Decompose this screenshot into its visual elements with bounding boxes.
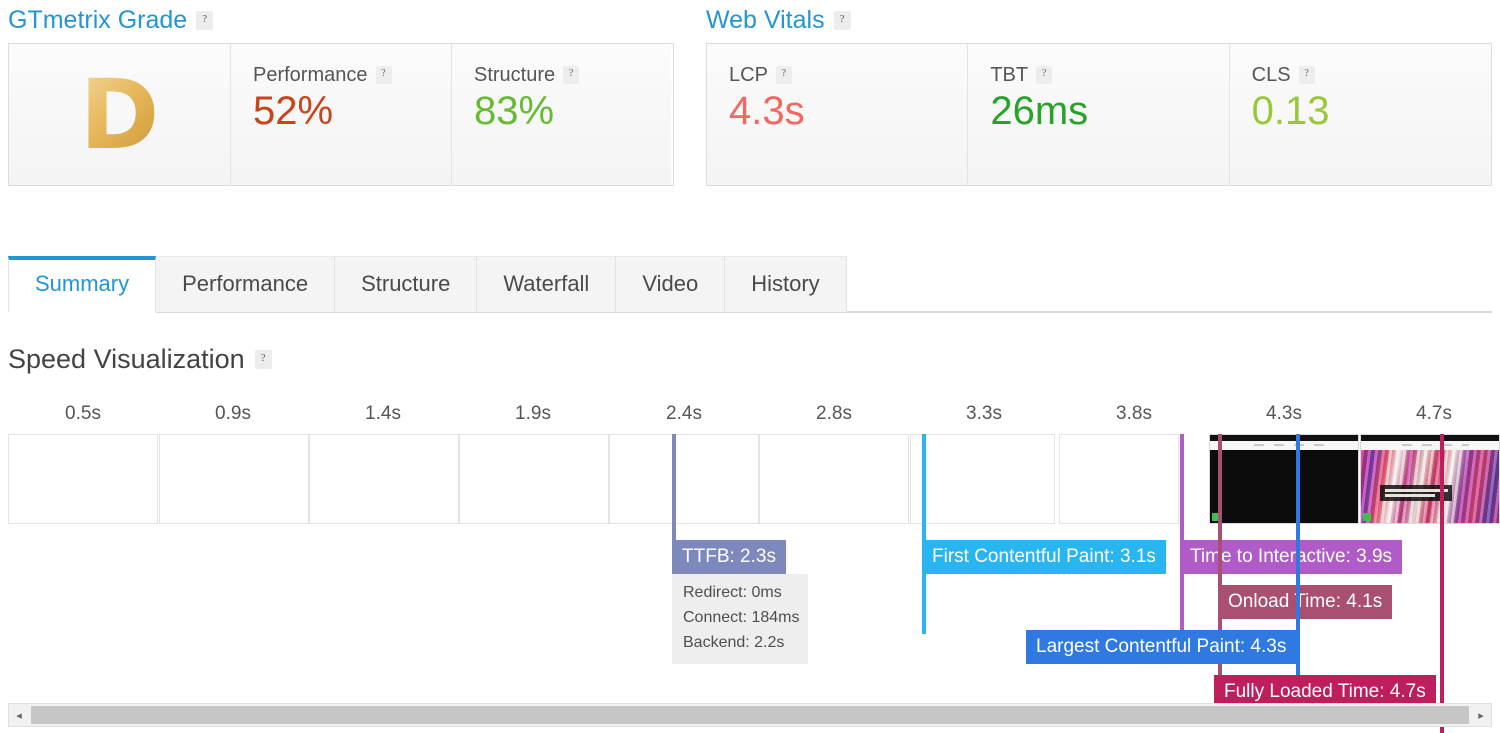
structure-cell: Structure ? 83% xyxy=(452,44,671,185)
ttfb-detail-row: Backend: 2.2s xyxy=(683,633,785,651)
grade-card: D Performance ? 52% Structure ? 83% xyxy=(8,43,674,186)
tab-video[interactable]: Video xyxy=(616,255,726,313)
filmstrip-frame[interactable] xyxy=(8,434,158,524)
timeline-tick: 0.9s xyxy=(215,403,251,424)
event-label[interactable]: Onload Time: 4.1s xyxy=(1218,585,1393,619)
browser-toolbar xyxy=(1210,441,1358,450)
tbt-label: TBT ? xyxy=(990,64,1206,86)
tab-history[interactable]: History xyxy=(725,255,847,313)
page-body-image xyxy=(1361,450,1499,523)
speed-visualization-heading: Speed Visualization ? xyxy=(8,344,272,375)
help-icon[interactable]: ? xyxy=(1298,66,1315,84)
help-icon[interactable]: ? xyxy=(1036,66,1053,84)
gtmetrix-grade-title-text: GTmetrix Grade xyxy=(8,6,188,34)
badge-icon xyxy=(1363,513,1371,521)
timeline-tick: 3.3s xyxy=(966,403,1002,424)
scroll-right-arrow-icon[interactable]: ▸ xyxy=(1471,704,1491,726)
web-vitals-title-text: Web Vitals xyxy=(706,6,825,34)
grade-cell: D xyxy=(9,44,231,185)
structure-label-text: Structure xyxy=(474,64,556,86)
speed-visualization: 0.5s 0.9s 1.4s 1.9s 2.4s 2.8s 3.3s 3.8s 4.3s 4.7s… xyxy=(0,400,1500,733)
scrollbar-thumb[interactable] xyxy=(31,706,1469,724)
tbt-cell: TBT ? 26ms xyxy=(968,44,1230,185)
performance-cell: Performance ? 52% xyxy=(231,44,452,185)
performance-label-text: Performance xyxy=(253,64,368,86)
ttfb-detail-row: Connect: 184ms xyxy=(683,608,800,626)
lcp-cell: LCP ? 4.3s xyxy=(707,44,969,185)
report-tabs: Summary Performance Structure Waterfall Vide… xyxy=(8,251,1492,313)
event-label[interactable]: Largest Contentful Paint: 4.3s xyxy=(1026,630,1297,664)
web-vitals-title: Web Vitals ? xyxy=(706,8,1492,33)
event-marker-line xyxy=(1440,434,1444,733)
timeline-tick: 0.5s xyxy=(65,403,101,424)
help-icon[interactable]: ? xyxy=(254,350,272,370)
filmstrip-frame[interactable] xyxy=(459,434,609,524)
filmstrip-frame[interactable] xyxy=(609,434,759,524)
filmstrip-frame[interactable] xyxy=(309,434,459,524)
filmstrip-frame[interactable] xyxy=(1209,434,1359,524)
web-vitals-card: LCP ? 4.3s TBT ? 26ms CLS ? 0.13 xyxy=(706,43,1492,186)
web-vitals-panel: Web Vitals ? LCP ? 4.3s TBT ? 26ms CLS ?… xyxy=(706,8,1492,186)
tbt-value: 26ms xyxy=(990,89,1089,133)
event-label[interactable]: Time to Interactive: 3.9s xyxy=(1180,540,1403,574)
tab-waterfall[interactable]: Waterfall xyxy=(477,255,617,313)
timeline-axis: 0.5s 0.9s 1.4s 1.9s 2.4s 2.8s 3.3s 3.8s 4.3s 4.7s xyxy=(0,400,1500,432)
event-marker-line xyxy=(922,434,926,634)
cls-cell: CLS ? 0.13 xyxy=(1229,44,1491,185)
ttfb-detail-row: Redirect: 0ms xyxy=(683,584,782,601)
page-body-dark xyxy=(1210,450,1358,523)
help-icon[interactable]: ? xyxy=(196,11,214,30)
tab-structure[interactable]: Structure xyxy=(335,255,478,313)
structure-value: 83% xyxy=(474,89,555,133)
scroll-left-arrow-icon[interactable]: ◂ xyxy=(9,704,29,726)
filmstrip-frame[interactable] xyxy=(1059,434,1179,524)
timeline-tick: 4.3s xyxy=(1266,403,1302,424)
tab-summary[interactable]: Summary xyxy=(8,255,157,313)
lcp-label-text: LCP xyxy=(729,64,768,86)
timeline-tick: 2.4s xyxy=(666,403,702,424)
event-marker-line xyxy=(1180,434,1184,634)
speed-visualization-heading-text: Speed Visualization xyxy=(8,344,245,374)
event-label[interactable]: TTFB: 2.3s xyxy=(672,540,786,574)
timeline-tick: 1.9s xyxy=(515,403,551,424)
cls-label-text: CLS xyxy=(1251,64,1291,86)
performance-value: 52% xyxy=(253,89,334,133)
frame-thumbnail xyxy=(1361,435,1499,523)
filmstrip-frame[interactable] xyxy=(910,434,1055,524)
event-label[interactable]: First Contentful Paint: 3.1s xyxy=(922,540,1166,574)
performance-label: Performance ? xyxy=(253,64,429,86)
filmstrip xyxy=(0,434,1500,526)
timeline-tick: 3.8s xyxy=(1116,403,1152,424)
ttfb-detail-tooltip: Redirect: 0ms Connect: 184ms Backend: 2.2s xyxy=(672,574,808,665)
cls-value: 0.13 xyxy=(1251,89,1330,133)
timeline-tick: 1.4s xyxy=(365,403,401,424)
structure-label: Structure ? xyxy=(474,64,649,86)
lcp-value: 4.3s xyxy=(729,89,805,133)
tbt-label-text: TBT xyxy=(990,64,1029,86)
browser-toolbar xyxy=(1361,441,1499,450)
filmstrip-frame[interactable] xyxy=(159,434,309,524)
timeline-tick: 4.7s xyxy=(1416,403,1452,424)
tabs-filler xyxy=(846,251,1492,312)
gtmetrix-report-page: GTmetrix Grade ? D Performance ? 52% Str… xyxy=(0,0,1500,733)
horizontal-scrollbar[interactable]: ◂ ▸ xyxy=(8,703,1492,727)
timeline-tick: 2.8s xyxy=(816,403,852,424)
gtmetrix-grade-panel: GTmetrix Grade ? D Performance ? 52% Str… xyxy=(8,8,674,186)
help-icon[interactable]: ? xyxy=(833,11,851,30)
help-icon[interactable]: ? xyxy=(375,66,392,84)
help-icon[interactable]: ? xyxy=(563,66,580,84)
grade-letter: D xyxy=(79,58,160,171)
gtmetrix-grade-title: GTmetrix Grade ? xyxy=(8,8,674,33)
filmstrip-frame[interactable] xyxy=(759,434,909,524)
help-icon[interactable]: ? xyxy=(775,66,792,84)
frame-thumbnail xyxy=(1210,435,1358,523)
filmstrip-frame[interactable] xyxy=(1360,434,1500,524)
lcp-label: LCP ? xyxy=(729,64,945,86)
cls-label: CLS ? xyxy=(1252,64,1469,86)
tab-performance[interactable]: Performance xyxy=(156,255,336,313)
